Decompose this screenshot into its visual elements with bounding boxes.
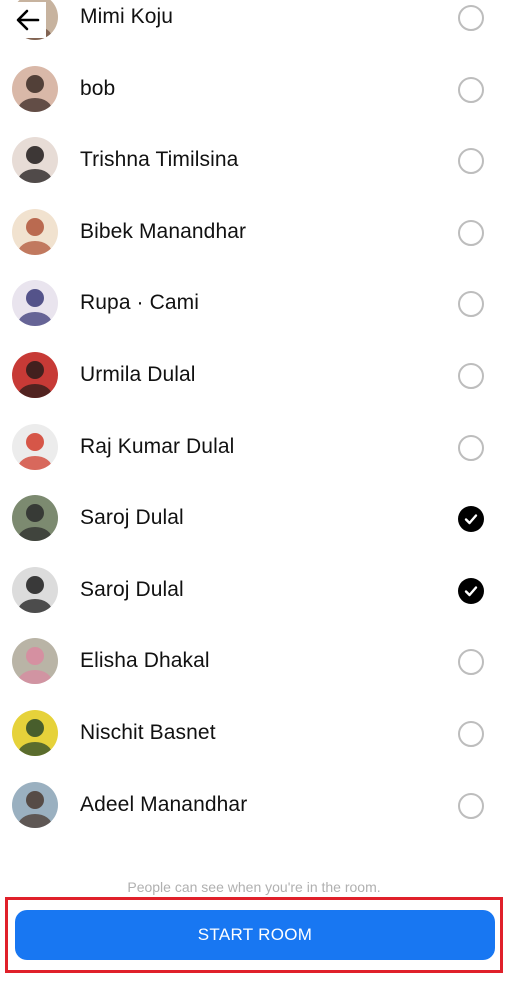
checkbox-checked[interactable] xyxy=(458,506,484,533)
checkbox-unchecked[interactable] xyxy=(458,721,484,747)
contact-name: Rupa · Cami xyxy=(80,291,199,315)
contact-name: bob xyxy=(80,76,116,100)
contact-name: Elisha Dhakal xyxy=(80,649,210,673)
checkmark-icon xyxy=(464,586,478,596)
start-room-button[interactable]: START ROOM xyxy=(15,910,495,960)
visibility-note: People can see when you're in the room. xyxy=(127,879,381,895)
avatar xyxy=(12,638,58,685)
contact-row[interactable]: Urmila Dulal xyxy=(0,339,508,411)
contact-name: Adeel Manandhar xyxy=(80,792,248,816)
checkbox-unchecked[interactable] xyxy=(458,5,484,31)
checkbox-unchecked[interactable] xyxy=(458,649,484,676)
contact-row[interactable]: Adeel Manandhar xyxy=(0,769,508,841)
contact-row[interactable]: Elisha Dhakal xyxy=(0,625,508,697)
avatar xyxy=(12,781,58,828)
avatar xyxy=(12,65,58,112)
contact-name: Mimi Koju xyxy=(80,5,174,28)
contact-row[interactable]: Rupa · Cami xyxy=(0,267,508,339)
contact-row[interactable]: Raj Kumar Dulal xyxy=(0,411,508,483)
contact-name: Trishna Timilsina xyxy=(80,148,239,172)
checkbox-unchecked[interactable] xyxy=(458,792,484,819)
avatar xyxy=(12,137,58,184)
contact-list: Mimi Koju bob Trishna Timilsina Bibek Manan… xyxy=(0,0,508,880)
checkbox-unchecked[interactable] xyxy=(458,363,484,389)
start-room-highlight: START ROOM xyxy=(5,897,503,973)
arrow-left-icon xyxy=(16,9,40,31)
checkbox-unchecked[interactable] xyxy=(458,219,484,246)
contact-row[interactable]: Nischit Basnet xyxy=(0,697,508,769)
contact-name: Bibek Manandhar xyxy=(80,219,247,243)
contact-row[interactable]: Mimi Koju xyxy=(0,0,508,53)
back-button[interactable] xyxy=(10,2,46,38)
avatar xyxy=(12,352,58,398)
avatar xyxy=(12,566,58,613)
avatar xyxy=(12,495,58,542)
contact-name: Urmila Dulal xyxy=(80,363,196,386)
checkmark-icon xyxy=(464,514,478,525)
contact-name: Nischit Basnet xyxy=(80,721,216,744)
checkbox-unchecked[interactable] xyxy=(458,291,484,318)
contact-row[interactable]: Bibek Manandhar xyxy=(0,196,508,268)
contact-name: Saroj Dulal xyxy=(80,506,184,530)
contact-name: Saroj Dulal xyxy=(80,577,184,601)
contact-row[interactable]: Saroj Dulal xyxy=(0,482,508,554)
checkbox-unchecked[interactable] xyxy=(458,434,484,461)
contact-row[interactable]: Trishna Timilsina xyxy=(0,124,508,196)
contact-row[interactable]: Saroj Dulal xyxy=(0,554,508,626)
checkbox-unchecked[interactable] xyxy=(458,148,484,175)
checkbox-checked[interactable] xyxy=(458,577,484,604)
contact-row[interactable]: bob xyxy=(0,53,508,125)
create-room-screen: Mimi Koju bob Trishna Timilsina Bibek Manan… xyxy=(0,0,508,981)
avatar xyxy=(12,208,58,255)
avatar xyxy=(12,280,58,327)
checkbox-unchecked[interactable] xyxy=(458,76,484,103)
avatar xyxy=(12,423,58,470)
contact-name: Raj Kumar Dulal xyxy=(80,434,235,458)
avatar xyxy=(12,710,58,756)
